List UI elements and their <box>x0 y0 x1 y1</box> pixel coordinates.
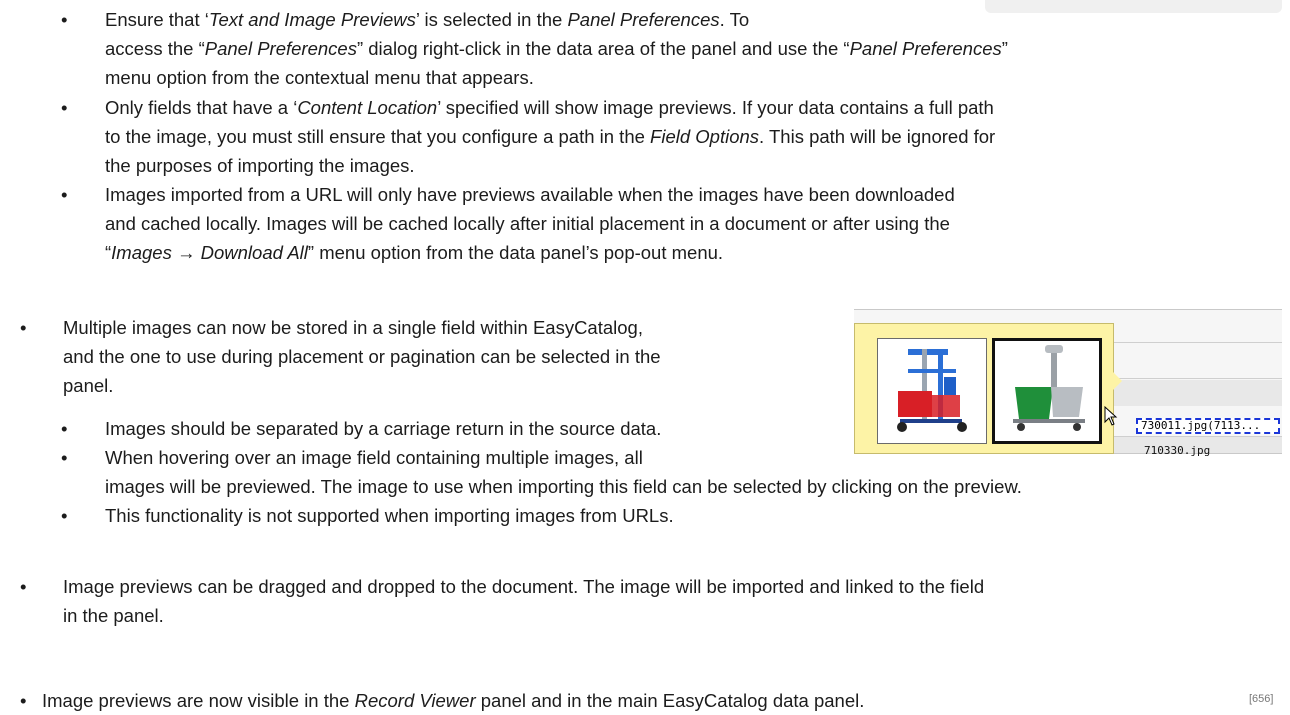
list-item-text: and the one to use during placement or p… <box>63 346 661 367</box>
list-item-text: images will be previewed. The image to u… <box>105 476 1022 497</box>
selected-cell[interactable]: 730011.jpg(7113... <box>1136 418 1280 434</box>
list-item-text: panel. <box>63 375 114 396</box>
bullet: • <box>61 184 68 205</box>
bullet: • <box>20 690 27 711</box>
data-cell[interactable]: 710330.jpg <box>1144 444 1210 457</box>
list-item-text: Multiple images can now be stored in a s… <box>63 317 643 338</box>
panel-screenshot: 730011.jpg(7113... 710330.jpg <box>854 309 1282 457</box>
bullet: • <box>20 576 27 597</box>
mouse-cursor-icon <box>1104 406 1118 426</box>
bullet: • <box>61 418 68 439</box>
page-number: [656] <box>1249 693 1274 705</box>
list-item-text: menu option from the contextual menu tha… <box>105 67 534 88</box>
bullet: • <box>61 447 68 468</box>
list-item-text: Ensure that ‘Text and Image Previews’ is… <box>105 9 750 30</box>
list-item-text: When hovering over an image field contai… <box>105 447 643 468</box>
bullet: • <box>61 9 68 30</box>
list-item-text: access the “Panel Preferences” dialog ri… <box>105 38 1008 59</box>
list-item-text: Image previews are now visible in the Re… <box>42 690 865 711</box>
bucket-image <box>1013 345 1085 431</box>
list-item-text: Images imported from a URL will only hav… <box>105 184 955 205</box>
tooltip-pointer <box>1113 372 1122 390</box>
cart-image <box>897 349 967 432</box>
bullet: • <box>61 505 68 526</box>
image-preview-thumbnail[interactable] <box>877 338 987 444</box>
list-item-text: Image previews can be dragged and droppe… <box>63 576 985 597</box>
list-item-text: in the panel. <box>63 605 164 626</box>
bullet: • <box>61 97 68 118</box>
list-item-text: This functionality is not supported when… <box>105 505 674 526</box>
list-item-text: the purposes of importing the images. <box>105 155 415 176</box>
image-preview-thumbnail-selected[interactable] <box>992 338 1102 444</box>
corner-panel <box>985 0 1282 13</box>
image-preview-tooltip <box>854 323 1114 454</box>
list-item-text: to the image, you must still ensure that… <box>105 126 996 147</box>
list-item-text: and cached locally. Images will be cache… <box>105 213 950 234</box>
list-item-text: Only fields that have a ‘Content Locatio… <box>105 97 994 118</box>
list-item-text: “Images → Download All” menu option from… <box>105 242 724 263</box>
bullet: • <box>20 317 27 338</box>
list-item-text: Images should be separated by a carriage… <box>105 418 662 439</box>
